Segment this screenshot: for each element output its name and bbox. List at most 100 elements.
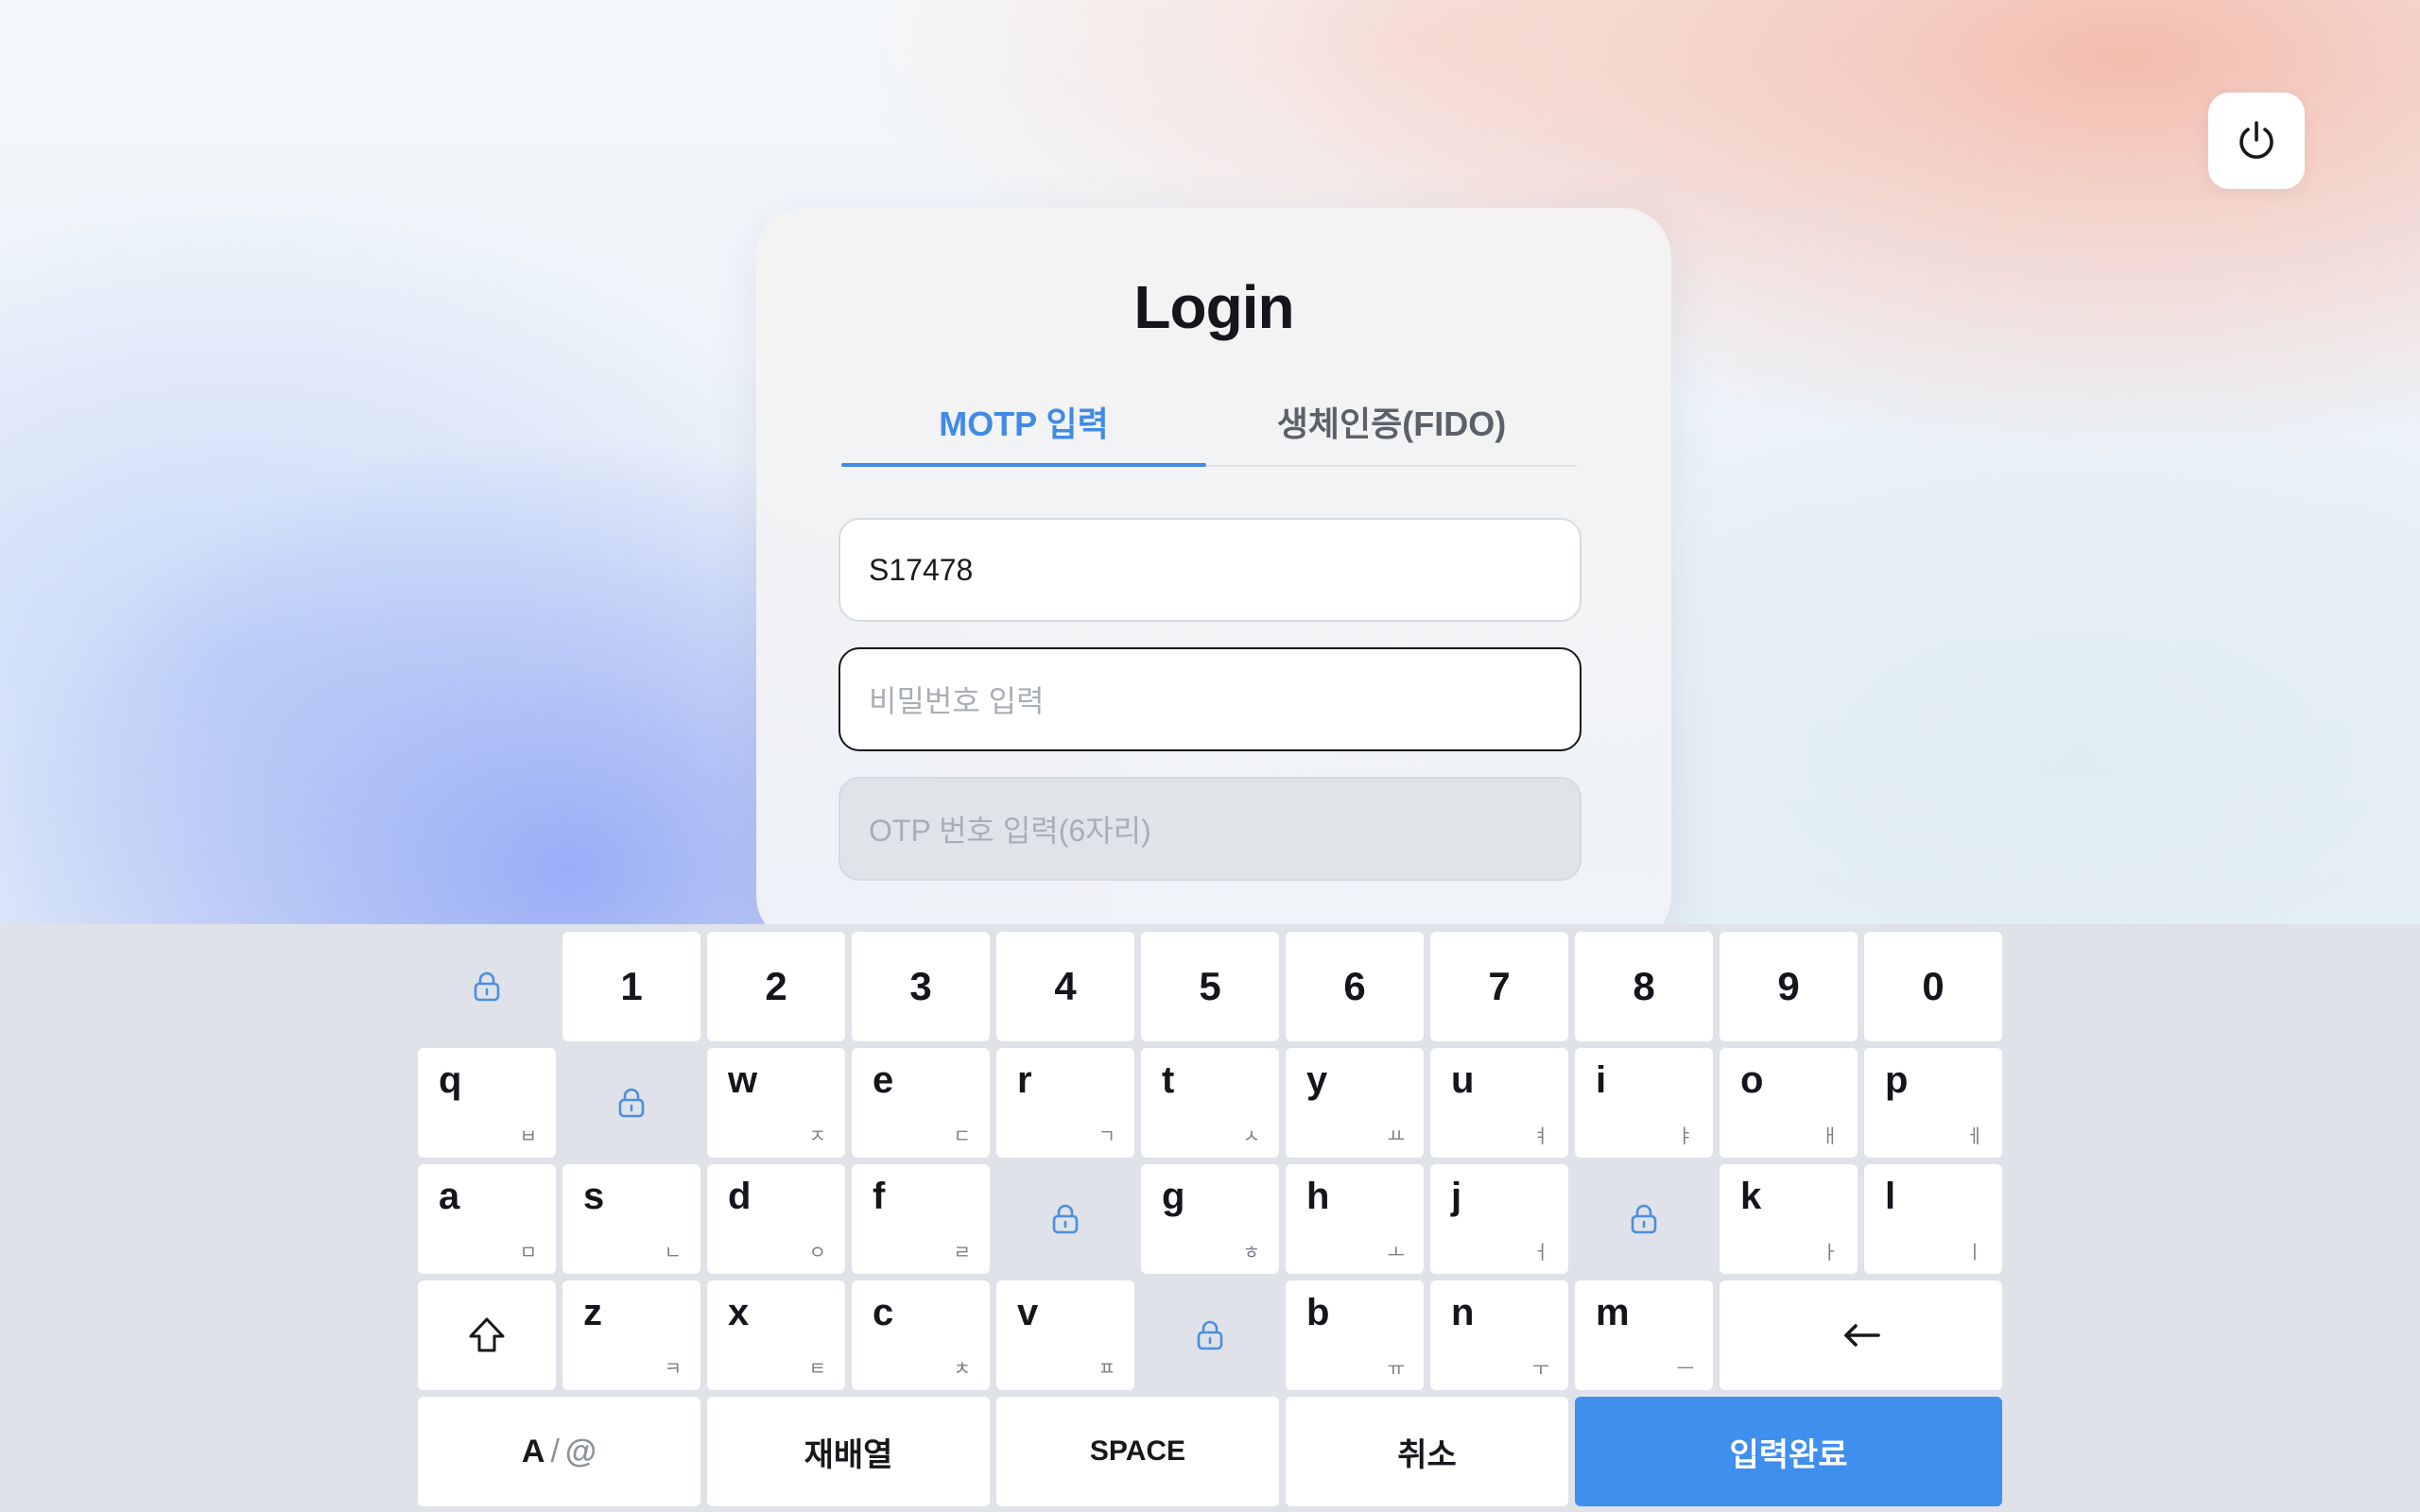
key-g[interactable]: gㅎ <box>1141 1164 1279 1274</box>
done-key[interactable]: 입력완료 <box>1575 1397 2002 1506</box>
key-y[interactable]: yㅛ <box>1286 1048 1424 1158</box>
key-i[interactable]: iㅑ <box>1575 1048 1713 1158</box>
key-z[interactable]: zㅋ <box>562 1280 700 1390</box>
cancel-key[interactable]: 취소 <box>1286 1397 1568 1506</box>
active-tab-indicator <box>841 463 1206 467</box>
key-label: a <box>439 1176 460 1217</box>
key-label: 7 <box>1488 964 1511 1008</box>
key-j[interactable]: jㅓ <box>1430 1164 1568 1274</box>
key-8[interactable]: 8 <box>1575 932 1713 1041</box>
lock-icon <box>1631 1204 1657 1234</box>
key-h[interactable]: hㅗ <box>1286 1164 1424 1274</box>
key-hangul: ㅊ <box>953 1359 971 1380</box>
key-label: 5 <box>1199 964 1221 1008</box>
key-label: 8 <box>1633 964 1655 1008</box>
key-label: g <box>1162 1176 1185 1217</box>
key-d[interactable]: dㅇ <box>707 1164 845 1274</box>
power-button[interactable] <box>2208 93 2305 189</box>
virtual-keyboard: 1234567890qㅂwㅈeㄷrㄱtㅅyㅛuㅕiㅑoㅐpㅔaㅁsㄴdㅇfㄹgㅎ… <box>0 924 2420 1512</box>
shuffle-key[interactable]: 재배열 <box>707 1397 990 1506</box>
key-0[interactable]: 0 <box>1864 932 2002 1041</box>
key-label: 6 <box>1343 964 1366 1008</box>
key-label: j <box>1451 1176 1462 1217</box>
key-label: e <box>873 1059 894 1101</box>
shift-key[interactable] <box>418 1280 556 1390</box>
key-6[interactable]: 6 <box>1286 932 1424 1041</box>
key-k[interactable]: kㅏ <box>1720 1164 1858 1274</box>
key-hangul: ㄹ <box>953 1243 971 1263</box>
key-label: q <box>439 1059 462 1101</box>
key-a[interactable]: aㅁ <box>418 1164 556 1274</box>
key-label: v <box>1017 1292 1039 1333</box>
shuffle-label: 재배열 <box>804 1436 893 1473</box>
key-hangul: ㅠ <box>1387 1359 1405 1380</box>
key-label: z <box>583 1292 602 1333</box>
user-id-value: S17478 <box>869 552 974 587</box>
key-hangul: ㅁ <box>519 1243 537 1263</box>
key-3[interactable]: 3 <box>852 932 990 1041</box>
otp-placeholder: OTP 번호 입력(6자리) <box>869 814 1151 848</box>
key-label: x <box>728 1292 750 1333</box>
key-p[interactable]: pㅔ <box>1864 1048 2002 1158</box>
key-9[interactable]: 9 <box>1720 932 1858 1041</box>
space-key[interactable]: SPACE <box>996 1397 1279 1506</box>
key-7[interactable]: 7 <box>1430 932 1568 1041</box>
key-hangul: ㅛ <box>1387 1126 1405 1147</box>
key-c[interactable]: cㅊ <box>852 1280 990 1390</box>
key-label: y <box>1306 1059 1328 1101</box>
key-2[interactable]: 2 <box>707 932 845 1041</box>
key-hangul: ㄷ <box>953 1126 971 1147</box>
key-b[interactable]: bㅠ <box>1286 1280 1424 1390</box>
mode-toggle-key[interactable]: A / @ <box>418 1397 700 1506</box>
tab-fido[interactable]: 생체인증(FIDO) <box>1206 397 1577 469</box>
key-v[interactable]: vㅍ <box>996 1280 1134 1390</box>
key-m[interactable]: mㅡ <box>1575 1280 1713 1390</box>
key-hangul: ㅅ <box>1242 1126 1260 1147</box>
key-l[interactable]: lㅣ <box>1864 1164 2002 1274</box>
mode-a-label: A <box>521 1433 545 1469</box>
key-s[interactable]: sㄴ <box>562 1164 700 1274</box>
cancel-label: 취소 <box>1397 1436 1457 1473</box>
key-label: f <box>873 1176 886 1217</box>
blank-key <box>1141 1280 1279 1390</box>
key-hangul: ㅔ <box>1965 1126 1983 1147</box>
key-label: t <box>1162 1059 1175 1101</box>
blank-key <box>996 1164 1134 1274</box>
user-id-field[interactable]: S17478 <box>838 518 1582 622</box>
key-label: 9 <box>1777 964 1800 1008</box>
key-label: i <box>1596 1059 1607 1101</box>
key-w[interactable]: wㅈ <box>707 1048 845 1158</box>
key-u[interactable]: uㅕ <box>1430 1048 1568 1158</box>
key-4[interactable]: 4 <box>996 932 1134 1041</box>
key-e[interactable]: eㄷ <box>852 1048 990 1158</box>
key-f[interactable]: fㄹ <box>852 1164 990 1274</box>
key-o[interactable]: oㅐ <box>1720 1048 1858 1158</box>
password-field[interactable]: 비밀번호 입력 <box>838 647 1582 751</box>
power-icon <box>2239 121 2273 159</box>
lock-icon <box>618 1088 645 1118</box>
lock-icon <box>1197 1320 1223 1350</box>
key-t[interactable]: tㅅ <box>1141 1048 1279 1158</box>
key-label: 0 <box>1922 964 1945 1008</box>
key-hangul: ㄱ <box>1098 1126 1115 1147</box>
key-q[interactable]: qㅂ <box>418 1048 556 1158</box>
mode-slash-label: / <box>550 1433 560 1469</box>
mode-at-label: @ <box>564 1433 597 1469</box>
key-label: 1 <box>620 964 643 1008</box>
key-hangul: ㅣ <box>1965 1243 1983 1263</box>
key-r[interactable]: rㄱ <box>996 1048 1134 1158</box>
key-label: d <box>728 1176 752 1217</box>
key-label: o <box>1740 1059 1764 1101</box>
done-label: 입력완료 <box>1729 1436 1848 1473</box>
key-label: 2 <box>765 964 787 1008</box>
space-label: SPACE <box>1089 1435 1186 1467</box>
backspace-key[interactable] <box>1720 1280 2002 1390</box>
blank-key <box>562 1048 700 1158</box>
key-1[interactable]: 1 <box>562 932 700 1041</box>
tab-motp[interactable]: MOTP 입력 <box>841 397 1206 469</box>
key-x[interactable]: xㅌ <box>707 1280 845 1390</box>
key-n[interactable]: nㅜ <box>1430 1280 1568 1390</box>
key-label: n <box>1451 1292 1475 1333</box>
key-5[interactable]: 5 <box>1141 932 1279 1041</box>
lock-icon <box>474 971 500 1002</box>
